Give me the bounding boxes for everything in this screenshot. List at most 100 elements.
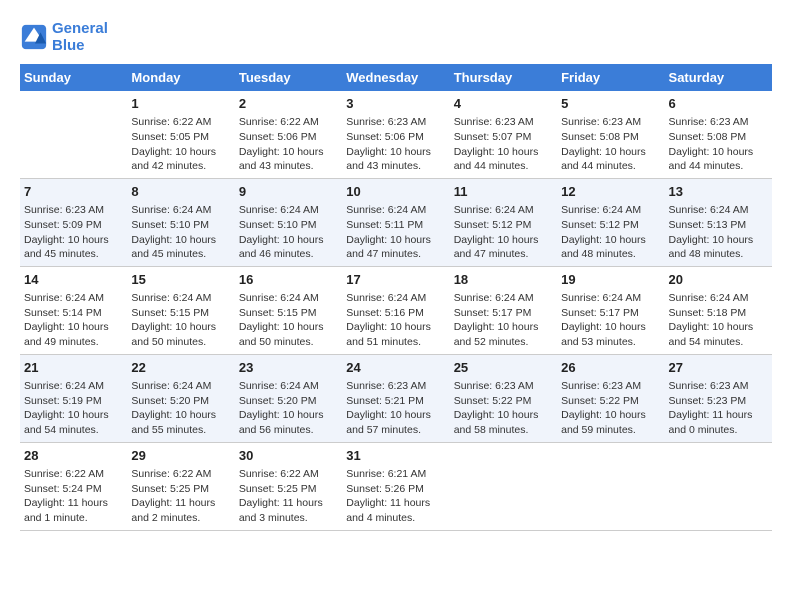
calendar-cell: 16Sunrise: 6:24 AM Sunset: 5:15 PM Dayli… [235,266,342,354]
week-row-3: 14 Sunrise: 6:24 AM Sunset: 5:14 PM Dayli… [20,266,772,354]
calendar-cell: 1Sunrise: 6:22 AM Sunset: 5:05 PM Daylig… [127,91,234,178]
calendar-cell: 22 Sunrise: 6:24 AM Sunset: 5:20 PM Dayli… [127,354,234,442]
date-number: 24 [346,359,445,377]
logo-text-line2: Blue [52,37,108,54]
calendar-cell: 29 Sunrise: 6:22 AM Sunset: 5:25 PM Dayli… [127,442,234,530]
day-header-tuesday: Tuesday [235,64,342,91]
cell-info: Sunrise: 6:24 AM Sunset: 5:16 PM Dayligh… [346,291,445,350]
cell-info: Sunrise: 6:24 AM Sunset: 5:19 PM Dayligh… [24,379,123,438]
calendar-cell: 25 Sunrise: 6:23 AM Sunset: 5:22 PM Dayli… [450,354,557,442]
day-header-wednesday: Wednesday [342,64,449,91]
date-number: 27 [669,359,768,377]
date-number: 4 [454,95,553,113]
cell-info: Sunrise: 6:24 AM Sunset: 5:12 PM Dayligh… [561,203,660,262]
cell-info: Sunrise: 6:24 AM Sunset: 5:20 PM Dayligh… [239,379,338,438]
day-header-thursday: Thursday [450,64,557,91]
cell-info: Sunrise: 6:23 AM Sunset: 5:22 PM Dayligh… [561,379,660,438]
day-header-monday: Monday [127,64,234,91]
date-number: 9 [239,183,338,201]
calendar-cell [20,91,127,178]
cell-info: Sunrise: 6:22 AM Sunset: 5:24 PM Dayligh… [24,467,123,526]
week-row-4: 21 Sunrise: 6:24 AM Sunset: 5:19 PM Dayli… [20,354,772,442]
date-number: 13 [669,183,768,201]
date-number: 31 [346,447,445,465]
date-number: 15 [131,271,230,289]
cell-info: Sunrise: 6:23 AM Sunset: 5:08 PM Dayligh… [561,115,660,174]
calendar-cell: 27Sunrise: 6:23 AM Sunset: 5:23 PM Dayli… [665,354,772,442]
page-header: General Blue [20,20,772,54]
calendar-cell: 2Sunrise: 6:22 AM Sunset: 5:06 PM Daylig… [235,91,342,178]
day-header-saturday: Saturday [665,64,772,91]
cell-info: Sunrise: 6:23 AM Sunset: 5:09 PM Dayligh… [24,203,123,262]
calendar-cell: 14 Sunrise: 6:24 AM Sunset: 5:14 PM Dayli… [20,266,127,354]
date-number: 3 [346,95,445,113]
cell-info: Sunrise: 6:23 AM Sunset: 5:21 PM Dayligh… [346,379,445,438]
calendar-cell [665,442,772,530]
calendar-cell: 23Sunrise: 6:24 AM Sunset: 5:20 PM Dayli… [235,354,342,442]
cell-info: Sunrise: 6:21 AM Sunset: 5:26 PM Dayligh… [346,467,445,526]
cell-info: Sunrise: 6:24 AM Sunset: 5:17 PM Dayligh… [561,291,660,350]
calendar-cell: 3 Sunrise: 6:23 AM Sunset: 5:06 PM Daylig… [342,91,449,178]
cell-info: Sunrise: 6:22 AM Sunset: 5:25 PM Dayligh… [131,467,230,526]
cell-info: Sunrise: 6:23 AM Sunset: 5:06 PM Dayligh… [346,115,445,174]
week-row-2: 7 Sunrise: 6:23 AM Sunset: 5:09 PM Daylig… [20,178,772,266]
calendar-cell: 15Sunrise: 6:24 AM Sunset: 5:15 PM Dayli… [127,266,234,354]
date-number: 10 [346,183,445,201]
days-header-row: SundayMondayTuesdayWednesdayThursdayFrid… [20,64,772,91]
calendar-cell: 21 Sunrise: 6:24 AM Sunset: 5:19 PM Dayli… [20,354,127,442]
calendar-cell: 4 Sunrise: 6:23 AM Sunset: 5:07 PM Daylig… [450,91,557,178]
calendar-cell: 20 Sunrise: 6:24 AM Sunset: 5:18 PM Dayli… [665,266,772,354]
cell-info: Sunrise: 6:24 AM Sunset: 5:13 PM Dayligh… [669,203,768,262]
calendar-cell [450,442,557,530]
calendar-cell: 8Sunrise: 6:24 AM Sunset: 5:10 PM Daylig… [127,178,234,266]
cell-info: Sunrise: 6:24 AM Sunset: 5:18 PM Dayligh… [669,291,768,350]
date-number: 20 [669,271,768,289]
week-row-1: 1Sunrise: 6:22 AM Sunset: 5:05 PM Daylig… [20,91,772,178]
logo-icon [20,23,48,51]
calendar-cell: 7 Sunrise: 6:23 AM Sunset: 5:09 PM Daylig… [20,178,127,266]
date-number: 22 [131,359,230,377]
cell-info: Sunrise: 6:24 AM Sunset: 5:20 PM Dayligh… [131,379,230,438]
calendar-table: SundayMondayTuesdayWednesdayThursdayFrid… [20,64,772,531]
calendar-cell: 11Sunrise: 6:24 AM Sunset: 5:12 PM Dayli… [450,178,557,266]
calendar-cell: 30Sunrise: 6:22 AM Sunset: 5:25 PM Dayli… [235,442,342,530]
cell-info: Sunrise: 6:23 AM Sunset: 5:22 PM Dayligh… [454,379,553,438]
calendar-cell: 9Sunrise: 6:24 AM Sunset: 5:10 PM Daylig… [235,178,342,266]
calendar-cell: 31 Sunrise: 6:21 AM Sunset: 5:26 PM Dayli… [342,442,449,530]
cell-info: Sunrise: 6:22 AM Sunset: 5:25 PM Dayligh… [239,467,338,526]
cell-info: Sunrise: 6:24 AM Sunset: 5:17 PM Dayligh… [454,291,553,350]
cell-info: Sunrise: 6:24 AM Sunset: 5:14 PM Dayligh… [24,291,123,350]
calendar-cell: 26 Sunrise: 6:23 AM Sunset: 5:22 PM Dayli… [557,354,664,442]
date-number: 21 [24,359,123,377]
calendar-cell: 5 Sunrise: 6:23 AM Sunset: 5:08 PM Daylig… [557,91,664,178]
date-number: 25 [454,359,553,377]
date-number: 7 [24,183,123,201]
cell-info: Sunrise: 6:24 AM Sunset: 5:12 PM Dayligh… [454,203,553,262]
cell-info: Sunrise: 6:23 AM Sunset: 5:07 PM Dayligh… [454,115,553,174]
date-number: 17 [346,271,445,289]
cell-info: Sunrise: 6:24 AM Sunset: 5:15 PM Dayligh… [239,291,338,350]
calendar-cell: 24 Sunrise: 6:23 AM Sunset: 5:21 PM Dayli… [342,354,449,442]
cell-info: Sunrise: 6:22 AM Sunset: 5:05 PM Dayligh… [131,115,230,174]
calendar-cell: 13 Sunrise: 6:24 AM Sunset: 5:13 PM Dayli… [665,178,772,266]
date-number: 12 [561,183,660,201]
date-number: 14 [24,271,123,289]
calendar-cell: 17 Sunrise: 6:24 AM Sunset: 5:16 PM Dayli… [342,266,449,354]
date-number: 28 [24,447,123,465]
calendar-cell: 18 Sunrise: 6:24 AM Sunset: 5:17 PM Dayli… [450,266,557,354]
cell-info: Sunrise: 6:24 AM Sunset: 5:11 PM Dayligh… [346,203,445,262]
day-header-sunday: Sunday [20,64,127,91]
date-number: 26 [561,359,660,377]
calendar-cell: 28 Sunrise: 6:22 AM Sunset: 5:24 PM Dayli… [20,442,127,530]
date-number: 19 [561,271,660,289]
day-header-friday: Friday [557,64,664,91]
week-row-5: 28 Sunrise: 6:22 AM Sunset: 5:24 PM Dayli… [20,442,772,530]
date-number: 6 [669,95,768,113]
date-number: 18 [454,271,553,289]
date-number: 5 [561,95,660,113]
cell-info: Sunrise: 6:24 AM Sunset: 5:10 PM Dayligh… [131,203,230,262]
date-number: 29 [131,447,230,465]
calendar-cell: 6Sunrise: 6:23 AM Sunset: 5:08 PM Daylig… [665,91,772,178]
date-number: 2 [239,95,338,113]
calendar-cell: 19 Sunrise: 6:24 AM Sunset: 5:17 PM Dayli… [557,266,664,354]
